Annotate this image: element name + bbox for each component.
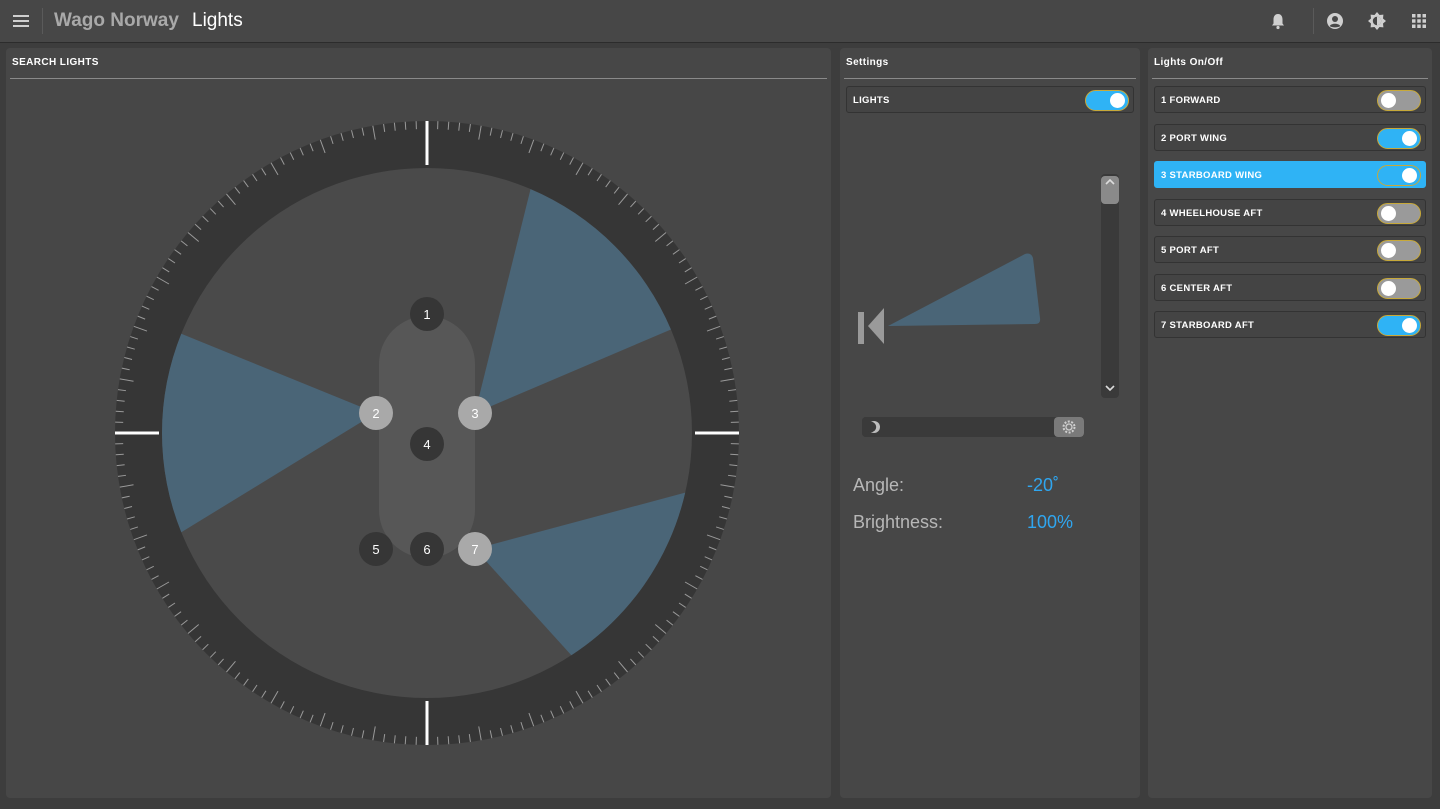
compass-dial[interactable]: 1 2 3 4 5 6 7 <box>6 48 831 798</box>
lights-master-toggle[interactable] <box>1085 90 1129 111</box>
top-app-bar: Wago Norway Lights <box>0 0 1440 43</box>
divider <box>1313 8 1314 34</box>
toggle-knob <box>1402 318 1417 333</box>
toggle-knob <box>1381 93 1396 108</box>
light-row-label: 1 FORWARD <box>1161 95 1221 106</box>
minor-tick <box>404 121 407 130</box>
toggle-knob <box>1381 243 1396 258</box>
toggle-knob <box>1402 168 1417 183</box>
page-title: Lights <box>192 10 243 31</box>
lights-master-row: LIGHTS <box>846 86 1134 113</box>
menu-icon[interactable] <box>10 10 32 32</box>
light-row-3[interactable]: 3 STARBOARD WING <box>1154 161 1426 188</box>
sun-gear-icon <box>1062 420 1076 434</box>
beam-preview <box>858 253 1041 344</box>
brand-name: Wago Norway <box>54 10 179 31</box>
light-node-7[interactable]: 7 <box>458 532 492 566</box>
minor-tick <box>730 453 739 456</box>
angle-slider[interactable] <box>1101 174 1119 398</box>
beam-preview-shape <box>888 253 1041 326</box>
light-node-6[interactable]: 6 <box>410 532 444 566</box>
light-row-4[interactable]: 4 WHEELHOUSE AFT <box>1154 198 1426 226</box>
lights-master-label: LIGHTS <box>853 95 890 106</box>
light-node-label: 6 <box>423 542 430 557</box>
light-toggle-3[interactable] <box>1377 165 1421 186</box>
chevron-up-icon[interactable] <box>1104 178 1116 186</box>
panel-title: Settings <box>846 57 889 68</box>
panel-title: Lights On/Off <box>1154 57 1224 68</box>
light-node-label: 1 <box>423 307 430 322</box>
light-row-2[interactable]: 2 PORT WING <box>1154 123 1426 151</box>
minor-tick <box>115 410 124 413</box>
angle-label: Angle: <box>853 475 905 495</box>
toggle-knob <box>1110 93 1125 108</box>
brightness-fill <box>862 417 1084 437</box>
light-row-label: 6 CENTER AFT <box>1161 282 1233 294</box>
chevron-down-icon[interactable] <box>1104 384 1116 392</box>
settings-panel: Settings LIGHTS Angle: -20˚ Brightness: … <box>840 48 1140 798</box>
light-toggle-2[interactable] <box>1377 127 1421 149</box>
light-node-3[interactable]: 3 <box>458 396 492 430</box>
brightness-icon[interactable] <box>1367 11 1387 31</box>
bell-icon[interactable] <box>1268 11 1288 31</box>
light-toggle-5[interactable] <box>1377 240 1421 261</box>
search-lights-panel: SEARCH LIGHTS 1234567 <box>6 48 831 798</box>
divider <box>844 78 1136 79</box>
lights-onoff-panel: Lights On/Off 1 FORWARD 2 PORT WING 3 STAR… <box>1148 48 1432 798</box>
toggle-knob <box>1381 280 1396 296</box>
account-icon[interactable] <box>1325 11 1345 31</box>
light-toggle-6[interactable] <box>1377 277 1421 299</box>
light-row-label: 2 PORT WING <box>1161 132 1228 144</box>
toggle-knob <box>1381 205 1396 221</box>
minor-tick <box>115 453 124 456</box>
light-row-1[interactable]: 1 FORWARD <box>1154 86 1426 113</box>
moon-icon <box>866 421 880 433</box>
divider <box>42 8 43 34</box>
angle-value: -20˚ <box>1027 475 1060 495</box>
light-toggle-7[interactable] <box>1377 315 1421 336</box>
minor-tick <box>447 121 450 130</box>
light-row-5[interactable]: 5 PORT AFT <box>1154 236 1426 263</box>
toggle-knob <box>1402 130 1417 146</box>
light-row-label: 5 PORT AFT <box>1161 245 1220 256</box>
brightness-slider-handle[interactable] <box>1054 417 1084 437</box>
light-toggle-4[interactable] <box>1377 202 1421 224</box>
lamp-base-icon <box>858 312 864 344</box>
light-node-label: 2 <box>372 406 379 421</box>
light-row-6[interactable]: 6 CENTER AFT <box>1154 273 1426 301</box>
light-node-label: 4 <box>423 437 430 452</box>
brightness-slider[interactable] <box>862 417 1084 437</box>
light-node-label: 7 <box>471 542 478 557</box>
light-node-5[interactable]: 5 <box>359 532 393 566</box>
lamp-head-icon <box>868 308 884 344</box>
light-toggle-1[interactable] <box>1377 90 1421 111</box>
light-node-label: 3 <box>471 406 478 421</box>
minor-tick <box>447 736 450 745</box>
light-node-1[interactable]: 1 <box>410 297 444 331</box>
brightness-label: Brightness: <box>853 512 944 532</box>
minor-tick <box>404 736 407 745</box>
light-row-label: 4 WHEELHOUSE AFT <box>1161 207 1263 219</box>
light-node-4[interactable]: 4 <box>410 427 444 461</box>
minor-tick <box>730 410 739 413</box>
light-row-label: 7 STARBOARD AFT <box>1161 320 1255 331</box>
light-node-2[interactable]: 2 <box>359 396 393 430</box>
light-row-label: 3 STARBOARD WING <box>1161 170 1263 181</box>
brightness-value: 100% <box>1027 512 1074 532</box>
light-node-label: 5 <box>372 542 379 557</box>
apps-grid-icon[interactable] <box>1409 11 1429 31</box>
divider <box>1152 78 1428 79</box>
light-row-7[interactable]: 7 STARBOARD AFT <box>1154 311 1426 338</box>
